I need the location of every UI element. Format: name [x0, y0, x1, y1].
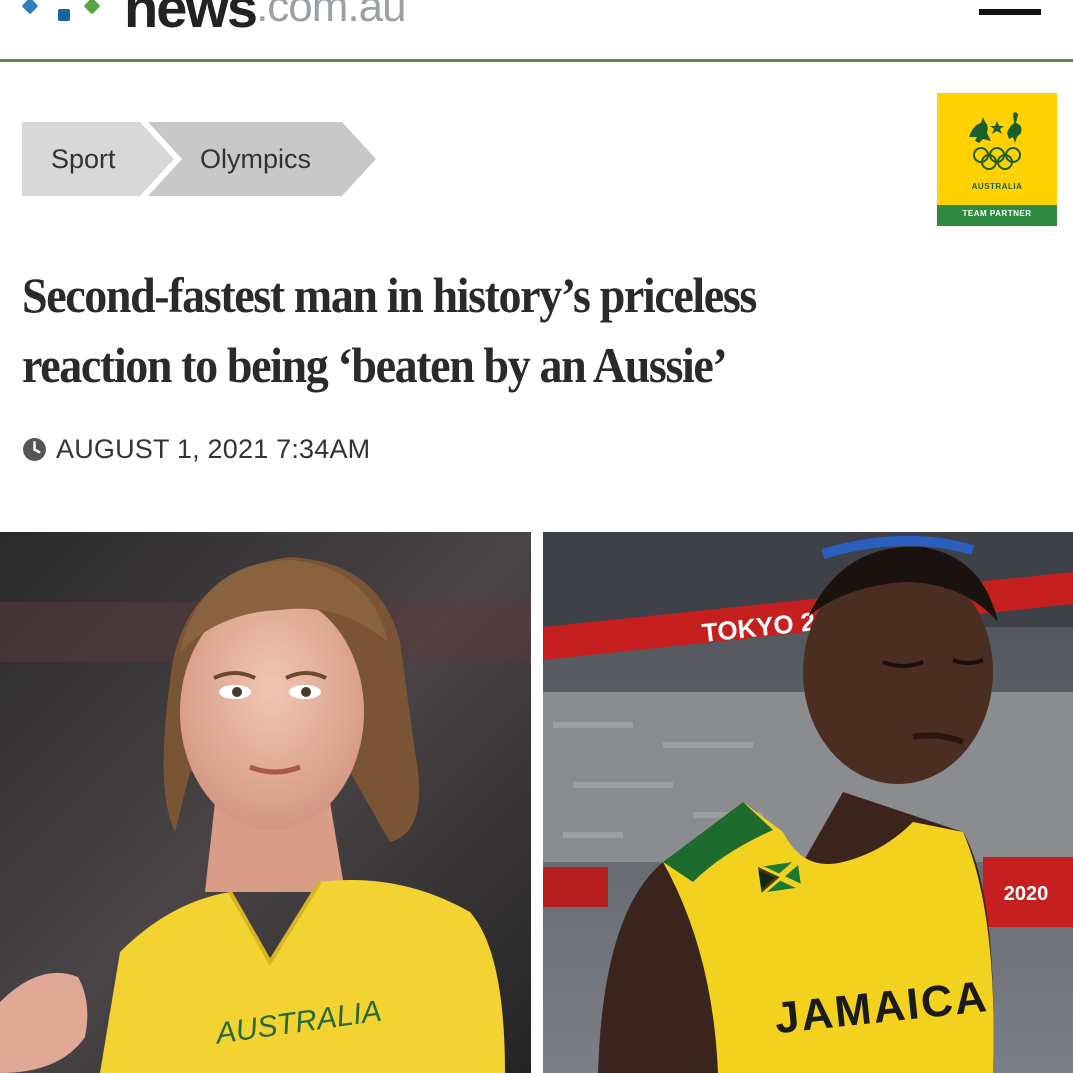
olympic-rings-icon: [969, 112, 1022, 170]
article-headline: Second-fastest man in history’s priceles…: [22, 260, 942, 400]
article-photo-jamaican-sprinter[interactable]: TOKYO 2020 2020 JAMAICA: [543, 532, 1073, 1073]
site-logo[interactable]: news .com.au: [22, 0, 406, 60]
logo-dots-icon: [22, 0, 102, 28]
olympic-team-partner-badge[interactable]: AUSTRALIA TEAM PARTNER: [937, 93, 1057, 226]
breadcrumb-item-olympics[interactable]: Olympics: [148, 122, 376, 196]
header-divider: [0, 59, 1073, 62]
badge-partner-label: TEAM PARTNER: [962, 209, 1032, 218]
headline-line-1: Second-fastest man in history’s priceles…: [22, 267, 757, 323]
jamaica-flag-icon: [756, 859, 803, 896]
hamburger-menu-icon[interactable]: [979, 0, 1041, 20]
badge-country-label: AUSTRALIA: [971, 182, 1023, 191]
article-dateline: AUGUST 1, 2021 7:34AM: [22, 434, 370, 465]
side-sign-text: 2020: [1004, 883, 1049, 905]
headline-line-2: reaction to being ‘beaten by an Aussie’: [22, 337, 728, 393]
logo-wordmark: news: [124, 0, 258, 39]
clock-icon: [23, 438, 46, 461]
logo-domain: .com.au: [256, 0, 406, 31]
publish-date: AUGUST 1, 2021 7:34AM: [56, 434, 371, 464]
breadcrumb-item-sport[interactable]: Sport: [22, 122, 174, 196]
site-header: news .com.au: [0, 0, 1073, 60]
article-photo-australian-sprinter[interactable]: AUSTRALIA: [0, 532, 531, 1073]
